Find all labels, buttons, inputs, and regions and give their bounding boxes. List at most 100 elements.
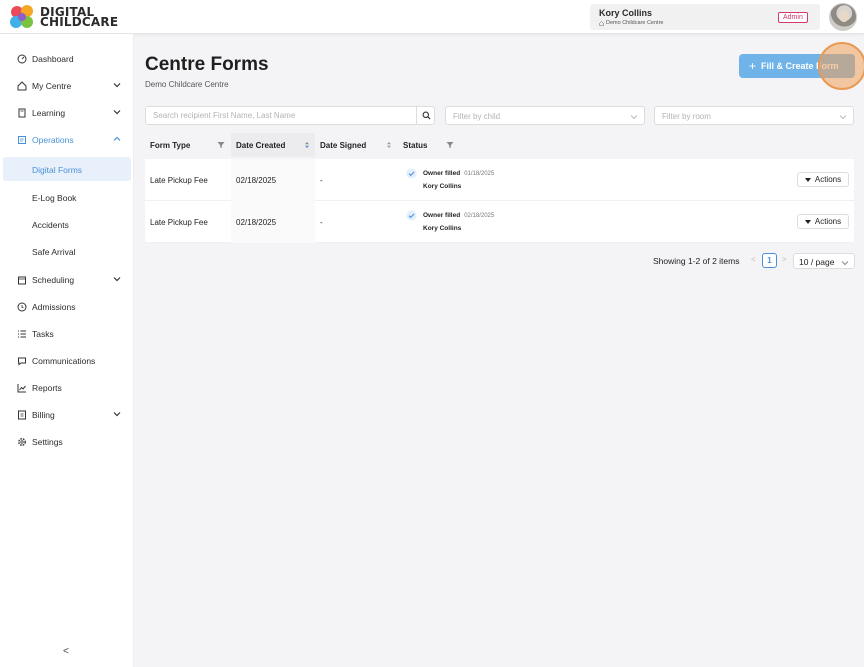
cell-form-type: Late Pickup Fee xyxy=(150,218,208,227)
sidebar-subitem-label: Accidents xyxy=(32,220,69,230)
actions-dropdown-button[interactable]: Actions xyxy=(797,172,849,187)
column-header-date-signed[interactable]: Date Signed xyxy=(315,133,398,157)
click-indicator xyxy=(818,42,864,90)
gear-icon xyxy=(18,438,26,446)
sidebar-item-label: Learning xyxy=(32,108,66,118)
plus-icon: + xyxy=(749,59,757,73)
column-header-date-created[interactable]: Date Created xyxy=(231,133,315,157)
sidebar-subitem-label: Digital Forms xyxy=(32,165,83,175)
sort-icon[interactable] xyxy=(303,141,311,149)
table-header: Form Type Date Created Date Signed Statu… xyxy=(145,133,854,157)
sidebar-item-learning[interactable]: Learning xyxy=(0,102,134,124)
search-icon xyxy=(422,111,431,120)
sidebar-item-label: Settings xyxy=(32,437,63,447)
chevron-down-icon xyxy=(630,115,638,120)
search-input[interactable] xyxy=(146,107,416,124)
search-button[interactable] xyxy=(416,107,435,124)
app-logo[interactable]: DIGITAL CHILDCARE xyxy=(8,3,118,31)
avatar[interactable] xyxy=(829,3,857,31)
sidebar-item-settings[interactable]: Settings xyxy=(0,431,134,453)
filter-child-select[interactable]: Filter by child xyxy=(445,106,645,125)
chat-icon xyxy=(18,357,26,366)
page-size-value: 10 / page xyxy=(799,257,835,267)
status-by: Kory Collins xyxy=(423,183,462,190)
table-row: Late Pickup Fee 02/18/2025 - Owner fille… xyxy=(145,159,854,201)
role-badge: Admin xyxy=(778,12,808,23)
user-card[interactable]: Kory Collins Demo Childcare Centre Admin xyxy=(590,4,820,30)
page-subtitle: Demo Childcare Centre xyxy=(145,80,229,89)
sidebar-item-communications[interactable]: Communications xyxy=(0,350,134,372)
status-date: 02/18/2025 xyxy=(464,213,495,219)
sidebar-item-admissions[interactable]: Admissions xyxy=(0,296,134,318)
filter-room-select[interactable]: Filter by room xyxy=(654,106,854,125)
chevron-down-icon xyxy=(113,277,121,282)
status-label: Owner filled 02/18/2025 xyxy=(423,212,495,219)
status-by: Kory Collins xyxy=(423,225,462,232)
sidebar-item-label: Operations xyxy=(32,135,74,145)
sidebar-subitem-digital-forms[interactable]: Digital Forms xyxy=(3,157,131,181)
book-icon xyxy=(18,108,26,118)
sidebar-subitem-label: E-Log Book xyxy=(32,193,77,203)
sidebar-item-label: Reports xyxy=(32,383,62,393)
sort-icon[interactable] xyxy=(385,141,393,149)
user-centre-label: Demo Childcare Centre xyxy=(606,20,664,26)
cell-status: Owner filled 02/18/2025 Kory Collins xyxy=(398,201,598,243)
chevron-down-icon xyxy=(113,83,121,88)
puzzle-logo-icon xyxy=(10,5,33,28)
chart-icon xyxy=(17,384,26,393)
pagination-page-1[interactable]: 1 xyxy=(762,253,777,268)
page-size-select[interactable]: 10 / page xyxy=(793,253,855,269)
sidebar-collapse-button[interactable]: < xyxy=(63,646,69,657)
sidebar-item-label: Communications xyxy=(32,356,96,366)
column-header-form-type[interactable]: Form Type xyxy=(145,133,231,157)
calendar-icon xyxy=(18,276,26,285)
sidebar-subitem-e-log-book[interactable]: E-Log Book xyxy=(3,185,131,209)
chevron-down-icon xyxy=(113,110,121,115)
cell-status: Owner filled 01/18/2025 Kory Collins xyxy=(398,159,598,201)
filter-funnel-icon[interactable] xyxy=(446,141,454,149)
sidebar-item-label: Admissions xyxy=(32,302,76,312)
sidebar-item-dashboard[interactable]: Dashboard xyxy=(0,48,134,70)
dashboard-icon xyxy=(17,54,27,64)
cell-date-created: 02/18/2025 xyxy=(231,201,315,243)
cell-date-signed: - xyxy=(320,218,323,227)
home-icon xyxy=(17,81,27,91)
filter-funnel-icon[interactable] xyxy=(217,141,225,149)
cell-form-type: Late Pickup Fee xyxy=(150,176,208,185)
logo-line2: CHILDCARE xyxy=(40,15,119,29)
table-row: Late Pickup Fee 02/18/2025 - Owner fille… xyxy=(145,201,854,243)
sidebar-subitem-label: Safe Arrival xyxy=(32,247,76,257)
sidebar-subitem-safe-arrival[interactable]: Safe Arrival xyxy=(3,239,131,263)
sidebar-subitem-accidents[interactable]: Accidents xyxy=(3,212,131,236)
column-header-status[interactable]: Status xyxy=(398,133,498,157)
check-circle-icon xyxy=(406,168,417,179)
cell-date-signed: - xyxy=(320,176,323,185)
sidebar-item-billing[interactable]: Billing xyxy=(0,404,134,426)
check-circle-icon xyxy=(406,210,417,221)
sidebar-item-label: Tasks xyxy=(32,329,54,339)
filter-room-placeholder: Filter by room xyxy=(662,112,711,121)
actions-label: Actions xyxy=(814,217,842,226)
sidebar-item-label: My Centre xyxy=(32,81,72,91)
logo-wordmark: DIGITAL CHILDCARE xyxy=(40,6,119,29)
pagination-next-button[interactable]: > xyxy=(782,255,787,264)
filter-child-placeholder: Filter by child xyxy=(453,112,501,121)
pagination-summary: Showing 1-2 of 2 items xyxy=(653,256,740,266)
sidebar-item-label: Scheduling xyxy=(32,275,75,285)
sidebar-item-my-centre[interactable]: My Centre xyxy=(0,75,134,97)
sidebar-item-scheduling[interactable]: Scheduling xyxy=(0,269,134,291)
chevron-down-icon xyxy=(841,261,849,266)
pagination-prev-button[interactable]: < xyxy=(751,255,756,264)
chevron-up-icon xyxy=(113,136,121,141)
invoice-icon xyxy=(18,410,26,420)
sidebar-item-tasks[interactable]: Tasks xyxy=(0,323,134,345)
sidebar-item-operations[interactable]: Operations xyxy=(0,129,134,151)
admissions-icon xyxy=(17,302,27,312)
actions-dropdown-button[interactable]: Actions xyxy=(797,214,849,229)
caret-down-icon xyxy=(804,177,811,182)
clipboard-icon xyxy=(18,136,26,144)
status-label: Owner filled 01/18/2025 xyxy=(423,170,495,177)
page-title: Centre Forms xyxy=(145,54,269,75)
caret-down-icon xyxy=(804,219,811,224)
sidebar-item-reports[interactable]: Reports xyxy=(0,377,134,399)
